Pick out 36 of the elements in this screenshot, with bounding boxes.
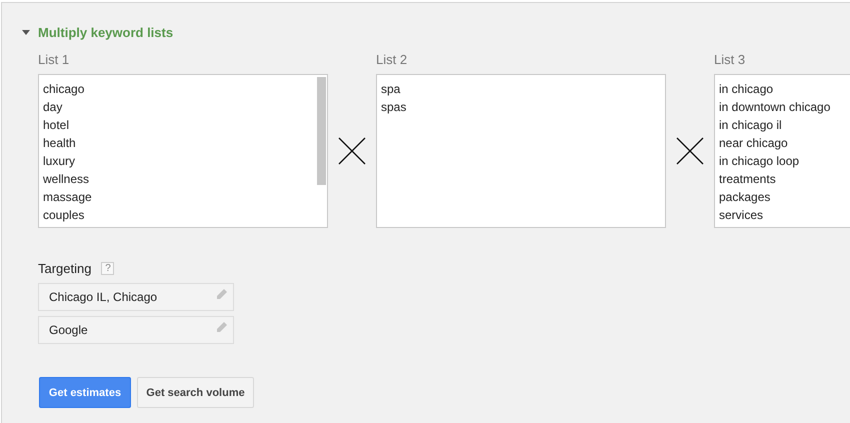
keyword-item: in chicago il	[719, 117, 783, 134]
keyword-item: packages	[719, 189, 772, 206]
targeting-label: Targeting	[38, 261, 92, 276]
keyword-item: in chicago	[719, 81, 774, 98]
keyword-item: spa	[381, 81, 402, 98]
keyword-item: hotel	[43, 117, 70, 134]
keyword-list-field[interactable]: in chicago in downtown chicago in chicago il near chicago in chicago loop treatments packages services	[714, 74, 850, 228]
keyword-item: in chicago loop	[719, 153, 800, 170]
targeting-field[interactable]: Google	[38, 316, 234, 344]
list-label: List 2	[376, 52, 408, 67]
keyword-item: treatments	[719, 171, 777, 188]
targeting-value: Chicago IL, Chicago	[49, 290, 158, 304]
keyword-item: spas	[381, 99, 408, 116]
keyword-item: health	[43, 135, 77, 152]
search-volume-button[interactable]: Get search volume	[137, 377, 254, 408]
scrollbar-thumb[interactable]	[317, 77, 326, 185]
keyword-item: luxury	[43, 153, 76, 170]
targeting-value: Google	[49, 323, 88, 337]
keyword-item: chicago	[43, 81, 86, 98]
keyword-item: day	[43, 99, 64, 116]
multiply-icon	[338, 137, 366, 165]
keyword-list-field[interactable]: spa spas	[376, 74, 666, 228]
pencil-icon[interactable]	[216, 289, 227, 300]
targeting-field[interactable]: Chicago IL, Chicago	[38, 283, 234, 311]
keyword-item: near chicago	[719, 135, 789, 152]
keyword-item: massage	[43, 189, 93, 206]
keyword-item: wellness	[43, 171, 90, 188]
keyword-item: couples	[43, 207, 86, 224]
list-label: List 1	[38, 52, 70, 67]
caret-icon[interactable]	[22, 30, 30, 34]
keyword-item: services	[719, 207, 764, 224]
keyword-list-field[interactable]: chicago day hotel health luxury wellness massage couples	[38, 74, 328, 228]
multiply-icon	[676, 137, 704, 165]
keyword-item: in downtown chicago	[719, 99, 832, 116]
list-label: List 3	[714, 52, 746, 67]
pencil-icon[interactable]	[216, 322, 227, 333]
